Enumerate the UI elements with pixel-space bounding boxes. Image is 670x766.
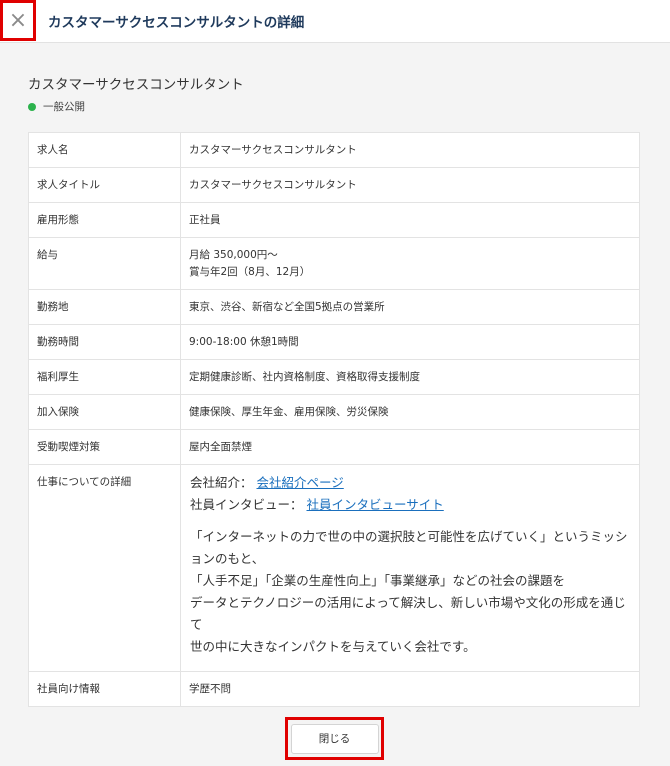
table-row: 求人名 カスタマーサクセスコンサルタント (28, 132, 640, 168)
table-row: 加入保険 健康保険、厚生年金、雇用保険、労災保険 (28, 394, 640, 430)
company-page-link[interactable]: 会社紹介ページ (257, 475, 344, 490)
close-icon[interactable]: × (0, 0, 36, 41)
row-value: 定期健康診断、社内資格制度、資格取得支援制度 (180, 359, 640, 395)
table-row: 求人タイトル カスタマーサクセスコンサルタント (28, 167, 640, 203)
row-value: 会社紹介： 会社紹介ページ 社員インタビュー： 社員インタビューサイト 「インタ… (180, 464, 640, 672)
row-value: 学歴不問 (180, 671, 640, 707)
table-row: 雇用形態 正社員 (28, 202, 640, 238)
bonus-line: 賞与年2回（8月、12月） (189, 266, 311, 278)
interview-site-link[interactable]: 社員インタビューサイト (307, 497, 444, 512)
row-value: 東京、渋谷、新宿など全国5拠点の営業所 (180, 289, 640, 325)
modal-title: カスタマーサクセスコンサルタントの詳細 (48, 15, 305, 31)
table-row: 勤務時間 9:00-18:00 休憩1時間 (28, 324, 640, 360)
table-row: 勤務地 東京、渋谷、新宿など全国5拠点の営業所 (28, 289, 640, 325)
mission-text: 世の中に大きなインパクトを与えていく会社です。 (190, 639, 476, 654)
row-value: カスタマーサクセスコンサルタント (180, 167, 640, 203)
table-row: 仕事についての詳細 会社紹介： 会社紹介ページ 社員インタビュー： 社員インタビ… (28, 464, 640, 672)
row-label: 勤務地 (28, 289, 181, 325)
row-value: 正社員 (180, 202, 640, 238)
row-label: 仕事についての詳細 (28, 464, 181, 672)
interview-label: 社員インタビュー： (190, 497, 303, 512)
table-row: 福利厚生 定期健康診断、社内資格制度、資格取得支援制度 (28, 359, 640, 395)
modal-header: × カスタマーサクセスコンサルタントの詳細 (0, 0, 670, 43)
row-label: 求人タイトル (28, 167, 181, 203)
status-label: 一般公開 (43, 101, 85, 113)
company-intro-label: 会社紹介： (190, 475, 253, 490)
job-detail-content: 会社紹介： 会社紹介ページ 社員インタビュー： 社員インタビューサイト 「インタ… (182, 466, 638, 658)
row-label: 加入保険 (28, 394, 181, 430)
row-value: 月給 350,000円〜 賞与年2回（8月、12月） (180, 237, 640, 290)
status-dot-icon (28, 102, 36, 111)
salary-line: 月給 350,000円〜 (189, 249, 278, 261)
job-details-table: 求人名 カスタマーサクセスコンサルタント 求人タイトル カスタマーサクセスコンサ… (28, 132, 640, 707)
status-badge: 一般公開 (28, 99, 85, 114)
row-value: 9:00-18:00 休憩1時間 (180, 324, 640, 360)
interview-line: 社員インタビュー： 社員インタビューサイト (190, 494, 630, 516)
mission-text: データとテクノロジーの活用によって解決し、新しい市場や文化の形成を通じて (190, 595, 626, 632)
job-title: カスタマーサクセスコンサルタント (28, 77, 244, 93)
table-row: 受動喫煙対策 屋内全面禁煙 (28, 429, 640, 465)
row-label: 求人名 (28, 132, 181, 168)
row-value: 屋内全面禁煙 (180, 429, 640, 465)
row-value: カスタマーサクセスコンサルタント (180, 132, 640, 168)
row-label: 受動喫煙対策 (28, 429, 181, 465)
table-row: 社員向け情報 学歴不問 (28, 671, 640, 707)
row-value: 健康保険、厚生年金、雇用保険、労災保険 (180, 394, 640, 430)
close-button[interactable]: 閉じる (290, 723, 379, 754)
row-label: 福利厚生 (28, 359, 181, 395)
row-label: 雇用形態 (28, 202, 181, 238)
row-label: 勤務時間 (28, 324, 181, 360)
company-intro-line: 会社紹介： 会社紹介ページ (190, 472, 630, 494)
table-row: 給与 月給 350,000円〜 賞与年2回（8月、12月） (28, 237, 640, 290)
row-label: 社員向け情報 (28, 671, 181, 707)
mission-text: 「インターネットの力で世の中の選択肢と可能性を広げていく」というミッションのもと… (190, 529, 628, 566)
close-button-highlight: 閉じる (285, 717, 384, 760)
row-label: 給与 (28, 237, 181, 290)
mission-text: 「人手不足」「企業の生産性向上」「事業継承」などの社会の課題を (190, 573, 566, 588)
